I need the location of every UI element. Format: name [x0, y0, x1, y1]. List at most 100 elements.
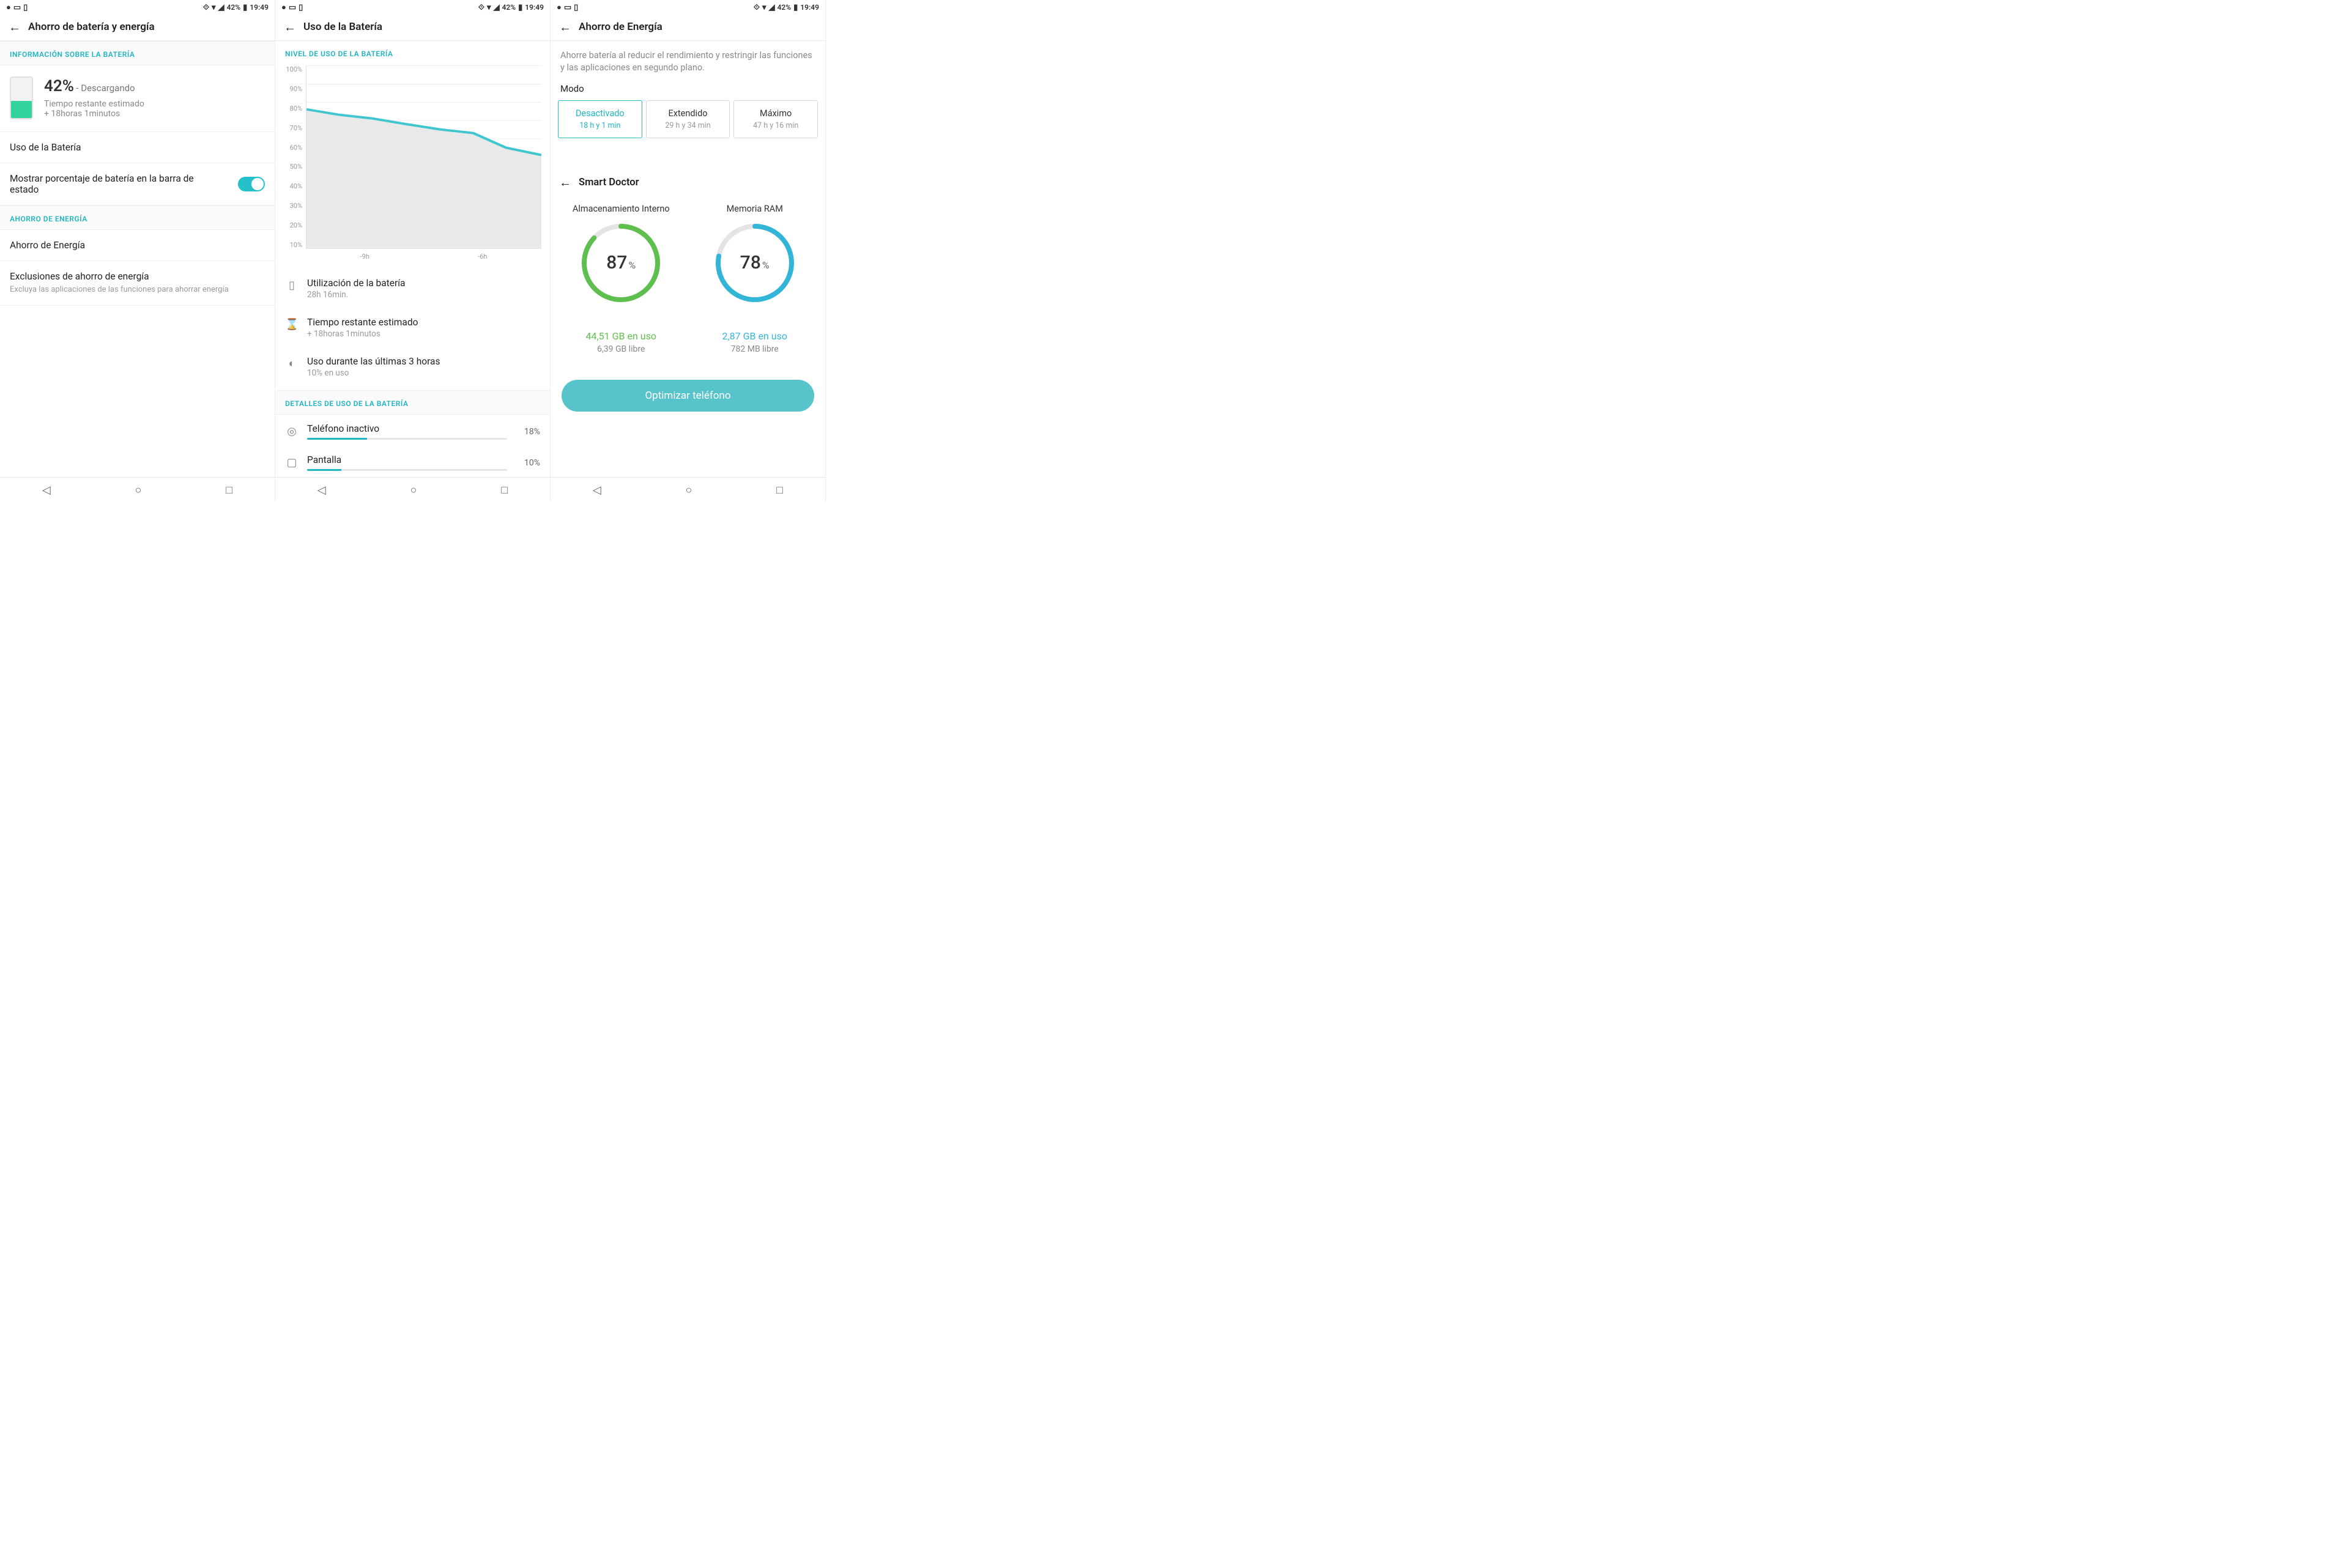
donut-title: Almacenamiento Interno — [554, 204, 688, 214]
hourglass-icon: ⌛ — [285, 318, 299, 331]
battery-chart[interactable]: 100% 90% 80% 70% 60% 50% 40% 30% 20% 10%… — [275, 61, 550, 269]
battery-icon: ▮ — [518, 3, 522, 12]
spotify-icon: ● — [6, 2, 11, 12]
stat-battery-util[interactable]: ▯ Utilización de la batería 28h 16min. — [275, 269, 550, 308]
mode-off[interactable]: Desactivado 18 h y 1 min — [558, 100, 642, 138]
row-show-percentage[interactable]: Mostrar porcentaje de batería en la barr… — [0, 163, 275, 205]
section-battery-info: INFORMACIÓN SOBRE LA BATERÍA — [0, 41, 275, 65]
x-axis-labels: -9h -6h — [284, 249, 541, 261]
wifi-icon: ▾ — [487, 3, 491, 12]
usage-title: Teléfono inactivo — [307, 423, 507, 434]
stat-title: Utilización de la batería — [307, 278, 405, 289]
y-axis-labels: 100% 90% 80% 70% 60% 50% 40% 30% 20% 10% — [284, 65, 306, 249]
section-usage-level: NIVEL DE USO DE LA BATERÍA — [275, 41, 550, 61]
screen-icon: ▢ — [285, 456, 299, 469]
stat-last-3h[interactable]: ◐ Uso durante las últimas 3 horas 10% en… — [275, 347, 550, 386]
back-icon[interactable]: ← — [284, 21, 296, 33]
battery-percentage: 42% — [44, 77, 74, 95]
sim-icon: ▯ — [23, 3, 28, 12]
nav-bar: ◁ ○ □ — [0, 477, 275, 501]
ram-free: 782 MB libre — [688, 344, 822, 354]
back-icon[interactable]: ← — [9, 21, 21, 33]
donut-storage[interactable]: Almacenamiento Interno 87% 44,51 GB en u… — [554, 204, 688, 354]
calendar-icon: ▭ — [13, 3, 21, 12]
calendar-icon: ▭ — [289, 3, 296, 12]
nav-back-icon[interactable]: ◁ — [42, 484, 51, 497]
page-title: Ahorro de Energía — [579, 21, 662, 33]
mode-extended[interactable]: Extendido 29 h y 34 min — [646, 100, 730, 138]
row-label: Ahorro de Energía — [10, 240, 85, 251]
clock: 19:49 — [250, 3, 269, 12]
battery-icon: ▮ — [793, 3, 798, 12]
battery-pct: 42% — [227, 3, 241, 12]
usage-phone-idle[interactable]: ◎ Teléfono inactivo 18% — [275, 415, 550, 446]
mode-label: Modo — [551, 81, 825, 100]
row-label: Uso de la Batería — [10, 142, 81, 153]
donut-ram[interactable]: Memoria RAM 78% 2,87 GB en uso 782 MB li… — [688, 204, 822, 354]
status-bar: ● ▭ ▯ ⟐ ▾ ◢ 42% ▮ 19:49 — [275, 0, 550, 15]
smart-doctor-header: ← Smart Doctor — [551, 169, 825, 200]
section-energy-saving: AHORRO DE ENERGÍA — [0, 205, 275, 230]
spotify-icon: ● — [281, 2, 286, 12]
status-bar: ● ▭ ▯ ⟐ ▾ ◢ 42% ▮ 19:49 — [0, 0, 275, 15]
battery-icon: ▮ — [243, 3, 247, 12]
row-energy-saving[interactable]: Ahorro de Energía — [0, 230, 275, 261]
battery-overview[interactable]: 42% - Descargando Tiempo restante estima… — [0, 65, 275, 132]
nav-recents-icon[interactable]: □ — [776, 484, 783, 497]
usage-title: Pantalla — [307, 454, 507, 465]
row-sub: Excluya las aplicaciones de las funcione… — [10, 284, 265, 295]
battery-outline-icon: ▯ — [285, 279, 299, 292]
stat-time-remaining[interactable]: ⌛ Tiempo restante estimado + 18horas 1mi… — [275, 308, 550, 347]
row-battery-usage[interactable]: Uso de la Batería — [0, 132, 275, 163]
screen-battery-usage: ● ▭ ▯ ⟐ ▾ ◢ 42% ▮ 19:49 ← Uso de la Bate… — [275, 0, 551, 501]
storage-used: 44,51 GB en uso — [554, 330, 688, 342]
nav-home-icon[interactable]: ○ — [686, 484, 692, 497]
sim-icon: ▯ — [574, 3, 578, 12]
toggle-switch[interactable] — [238, 177, 265, 191]
sim-icon: ▯ — [299, 3, 303, 12]
bluetooth-icon: ⟐ — [203, 3, 209, 12]
storage-free: 6,39 GB libre — [554, 344, 688, 354]
smart-doctor-title: Smart Doctor — [579, 177, 639, 188]
clock: 19:49 — [525, 3, 544, 12]
nav-recents-icon[interactable]: □ — [226, 484, 232, 497]
battery-pct: 42% — [777, 3, 792, 12]
section-usage-details: DETALLES DE USO DE LA BATERÍA — [275, 390, 550, 415]
back-icon[interactable]: ← — [559, 21, 571, 33]
screen-energy-saving: ● ▭ ▯ ⟐ ▾ ◢ 42% ▮ 19:49 ← Ahorro de Ener… — [551, 0, 826, 501]
usage-screen[interactable]: ▢ Pantalla 10% — [275, 446, 550, 477]
description: Ahorre batería al reducir el rendimiento… — [551, 41, 825, 81]
nav-back-icon[interactable]: ◁ — [317, 484, 326, 497]
usage-percent: 10% — [516, 458, 540, 468]
stat-title: Tiempo restante estimado — [307, 317, 418, 328]
bluetooth-icon: ⟐ — [478, 3, 484, 12]
page-title: Ahorro de batería y energía — [28, 21, 155, 33]
back-icon[interactable]: ← — [559, 175, 571, 190]
bluetooth-icon: ⟐ — [754, 3, 760, 12]
header: ← Ahorro de Energía — [551, 15, 825, 41]
stat-sub: 28h 16min. — [307, 290, 405, 300]
donut-value: 87 — [606, 252, 627, 273]
estimated-label: Tiempo restante estimado — [44, 99, 144, 109]
calendar-icon: ▭ — [564, 3, 571, 12]
mode-max[interactable]: Máximo 47 h y 16 min — [733, 100, 818, 138]
battery-pct: 42% — [502, 3, 516, 12]
clock: 19:49 — [800, 3, 819, 12]
nav-back-icon[interactable]: ◁ — [593, 484, 601, 497]
stat-title: Uso durante las últimas 3 horas — [307, 356, 440, 367]
nav-recents-icon[interactable]: □ — [501, 484, 508, 497]
row-exclusions[interactable]: Exclusiones de ahorro de energía Excluya… — [0, 261, 275, 306]
donut-title: Memoria RAM — [688, 204, 822, 214]
nav-home-icon[interactable]: ○ — [135, 484, 142, 497]
ram-used: 2,87 GB en uso — [688, 330, 822, 342]
nav-bar: ◁ ○ □ — [275, 477, 550, 501]
signal-icon: ◢ — [769, 3, 775, 12]
phone-idle-icon: ◎ — [285, 425, 299, 438]
signal-icon: ◢ — [218, 3, 225, 12]
header: ← Ahorro de batería y energía — [0, 15, 275, 41]
optimize-button[interactable]: Optimizar teléfono — [562, 380, 814, 412]
stat-sub: + 18horas 1minutos — [307, 329, 418, 339]
nav-home-icon[interactable]: ○ — [410, 484, 417, 497]
estimated-value: + 18horas 1minutos — [44, 109, 144, 119]
stat-sub: 10% en uso — [307, 368, 440, 378]
